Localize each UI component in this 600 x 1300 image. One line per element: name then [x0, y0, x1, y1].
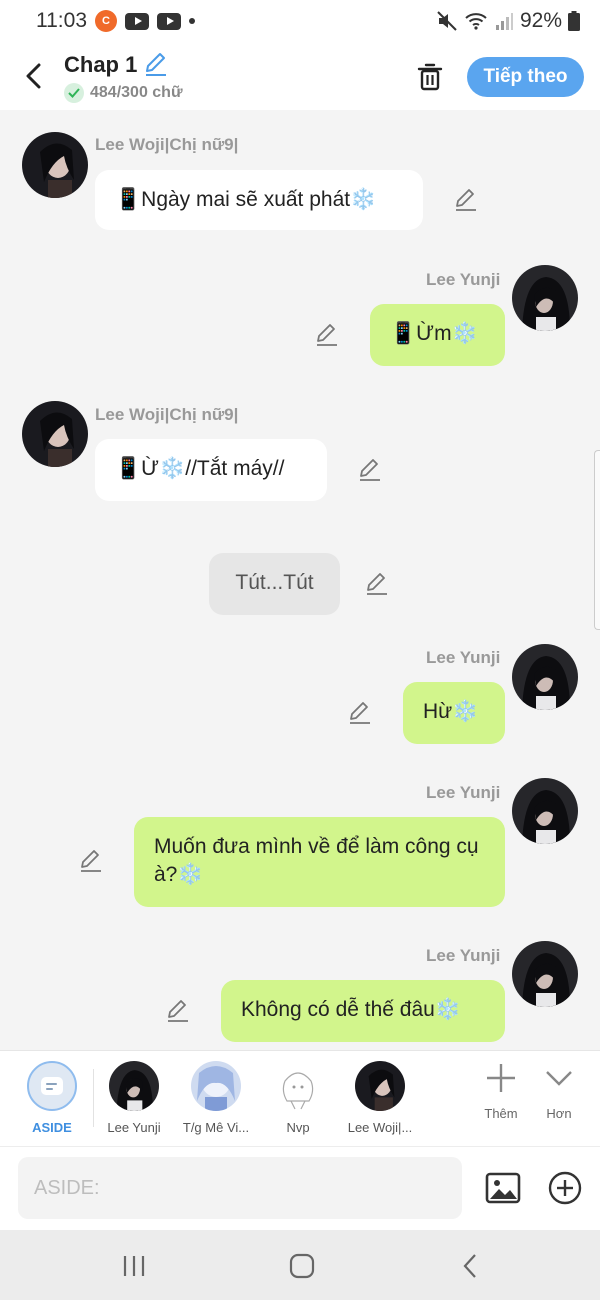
edit-message-icon[interactable]	[78, 848, 104, 874]
message-bubble[interactable]: 📱Ngày mai sẽ xuất phát❄️	[95, 170, 423, 230]
narration-bubble[interactable]: Tút...Tút	[209, 553, 340, 615]
character-label: Lee Yunji	[107, 1120, 161, 1135]
message-bubble[interactable]: Hừ❄️	[403, 682, 505, 744]
message-text: 📱Ừ❄️//Tắt máy//	[115, 457, 285, 480]
avatar-lee-yunji[interactable]	[512, 778, 578, 844]
back-button[interactable]	[18, 60, 48, 92]
character-lee-woji[interactable]: Lee Woji|...	[338, 1061, 422, 1135]
avatar-lee-yunji[interactable]	[512, 265, 578, 331]
edit-message-icon[interactable]	[165, 998, 191, 1024]
avatar	[109, 1061, 159, 1111]
home-icon	[289, 1253, 315, 1279]
wifi-icon	[465, 13, 487, 30]
sender-name: Lee Woji|Chị nữ9|	[95, 135, 239, 154]
youtube-icon	[125, 12, 149, 30]
character-bar: ASIDE Lee Yunji T/g Mê Vi... Nvp Lee Woj…	[0, 1050, 600, 1146]
add-label: Thêm	[484, 1106, 518, 1121]
signal-icon	[495, 13, 513, 30]
character-nvp[interactable]: Nvp	[256, 1061, 340, 1135]
message-text: Không có dễ thế đâu❄️	[241, 998, 461, 1021]
trash-icon	[417, 63, 443, 91]
avatar	[191, 1061, 241, 1111]
avatar-lee-woji[interactable]	[22, 132, 88, 198]
recent-apps-icon	[123, 1256, 145, 1276]
message-bubble[interactable]: 📱Ừ❄️//Tắt máy//	[95, 439, 327, 501]
plus-icon	[487, 1064, 515, 1092]
aside-icon	[27, 1061, 77, 1111]
add-character-button[interactable]: Thêm	[476, 1061, 526, 1121]
edit-message-icon[interactable]	[347, 700, 373, 726]
chevron-left-icon	[26, 63, 41, 89]
scroll-handle[interactable]	[594, 450, 600, 630]
sender-name: Lee Yunji	[426, 270, 501, 289]
more-button[interactable]: Hơn	[534, 1061, 584, 1121]
character-label: Nvp	[286, 1120, 310, 1135]
sender-name: Lee Yunji	[426, 946, 501, 965]
battery-icon	[568, 11, 580, 31]
character-lee-yunji[interactable]: Lee Yunji	[92, 1061, 176, 1135]
chevron-down-icon	[546, 1071, 572, 1086]
plus-circle-icon	[548, 1171, 582, 1205]
word-count: 484/300 chữ	[90, 84, 183, 101]
message-text: 📱Ngày mai sẽ xuất phát❄️	[115, 188, 377, 211]
add-button[interactable]	[546, 1169, 584, 1207]
sender-name: Lee Yunji	[426, 648, 501, 667]
home-button[interactable]	[282, 1250, 322, 1282]
system-navigation-bar	[0, 1230, 600, 1300]
character-label: Lee Woji|...	[347, 1120, 413, 1135]
next-button[interactable]: Tiếp theo	[467, 57, 584, 97]
message-bubble[interactable]: 📱Ừm❄️	[370, 304, 505, 366]
avatar-lee-woji[interactable]	[22, 401, 88, 467]
delete-button[interactable]	[414, 60, 446, 94]
chat-area[interactable]: Lee Woji|Chị nữ9| 📱Ngày mai sẽ xuất phát…	[0, 110, 600, 1050]
more-label: Hơn	[546, 1106, 572, 1121]
insert-image-button[interactable]	[484, 1169, 522, 1207]
status-bar: 11:03 C 92%	[0, 0, 600, 42]
character-aside[interactable]: ASIDE	[10, 1061, 94, 1135]
notification-dot-icon	[189, 18, 195, 24]
edit-message-icon[interactable]	[453, 187, 479, 213]
check-icon	[64, 83, 84, 103]
sender-name: Lee Woji|Chị nữ9|	[95, 405, 239, 424]
system-back-button[interactable]	[450, 1250, 490, 1282]
chapter-title: Chap 1	[64, 52, 138, 77]
edit-message-icon[interactable]	[314, 322, 340, 348]
avatar-lee-yunji[interactable]	[512, 941, 578, 1007]
editor-header: Chap 1 484/300 chữ Tiếp theo	[0, 42, 600, 110]
edit-title-icon[interactable]	[143, 52, 169, 78]
mute-icon	[437, 11, 457, 31]
edit-message-icon[interactable]	[364, 571, 390, 597]
avatar	[273, 1061, 323, 1111]
message-bubble[interactable]: Không có dễ thế đâu❄️	[221, 980, 505, 1042]
edit-message-icon[interactable]	[357, 457, 383, 483]
message-text: Muốn đưa mình về để làm công cụ à?❄️	[154, 835, 479, 886]
battery-percent: 92%	[519, 9, 562, 32]
message-text: Tút...Tút	[235, 571, 314, 594]
image-icon	[485, 1172, 521, 1204]
avatar	[355, 1061, 405, 1111]
character-tg-me-vi[interactable]: T/g Mê Vi...	[174, 1061, 258, 1135]
message-text: Hừ❄️	[423, 700, 479, 723]
message-input[interactable]	[18, 1157, 462, 1219]
avatar-lee-yunji[interactable]	[512, 644, 578, 710]
message-bubble[interactable]: Muốn đưa mình về để làm công cụ à?❄️	[134, 817, 505, 907]
youtube-icon	[157, 12, 181, 30]
status-time: 11:03	[36, 9, 87, 32]
character-label: ASIDE	[32, 1120, 72, 1135]
recent-apps-button[interactable]	[114, 1250, 154, 1282]
character-label: T/g Mê Vi...	[182, 1120, 250, 1135]
app-icon: C	[95, 10, 117, 32]
sender-name: Lee Yunji	[426, 783, 501, 802]
message-text: 📱Ừm❄️	[390, 322, 478, 345]
back-arrow-icon	[463, 1254, 476, 1278]
input-bar	[0, 1146, 600, 1230]
